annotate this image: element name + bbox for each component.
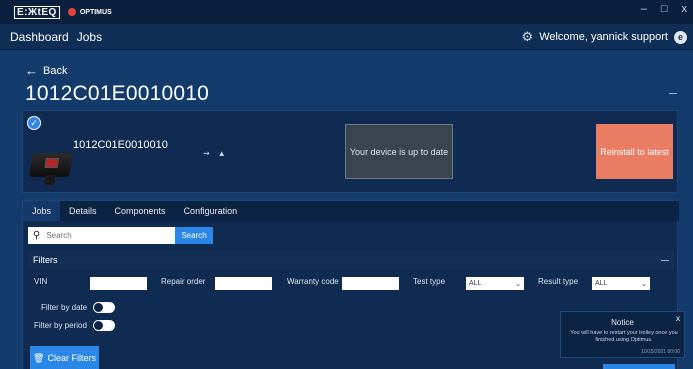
result-type-select-wrap: ALL ⌄ bbox=[592, 277, 650, 290]
search-input[interactable] bbox=[46, 231, 157, 240]
notice-title: Notice bbox=[611, 318, 634, 327]
bottom-action-button[interactable] bbox=[603, 364, 675, 369]
filter-by-period-toggle[interactable] bbox=[92, 320, 115, 331]
filter-by-date-toggle[interactable] bbox=[93, 302, 116, 313]
vin-field-wrap bbox=[90, 277, 147, 290]
window-controls: – □ x bbox=[641, 3, 687, 15]
settings-gear-icon[interactable]: ⚙ bbox=[522, 29, 534, 45]
test-type-filter: Test type bbox=[413, 277, 445, 286]
device-card: ✓ 1012C01E0010010 ⇝ ▲ Your device is up … bbox=[22, 110, 678, 193]
user-avatar-icon[interactable]: e bbox=[674, 30, 687, 44]
title-bar: E:ЖtEQ OPTIMUS – □ x bbox=[0, 0, 693, 24]
tab-bar: Jobs Details Components Configuration bbox=[23, 201, 679, 221]
repair-order-field-wrap bbox=[215, 277, 272, 290]
warranty-code-label: Warranty code bbox=[287, 277, 339, 286]
optimus-logo-icon bbox=[67, 8, 76, 16]
app-name: OPTIMUS bbox=[79, 8, 112, 16]
device-id: 1012C01E0010010 bbox=[73, 139, 168, 151]
collapse-icon[interactable] bbox=[669, 93, 677, 94]
tab-configuration[interactable]: Configuration bbox=[175, 201, 247, 221]
tab-components[interactable]: Components bbox=[106, 201, 175, 221]
warranty-code-filter: Warranty code bbox=[287, 277, 339, 286]
search-button[interactable]: Search bbox=[175, 227, 213, 244]
test-type-select-wrap: ALL ⌄ bbox=[466, 277, 524, 290]
reinstall-button[interactable]: Reinstall to latest bbox=[596, 124, 673, 179]
update-status: Your device is up to date bbox=[345, 124, 453, 179]
chevron-down-icon: ⌄ bbox=[641, 280, 647, 288]
filters-heading: Filters bbox=[33, 255, 58, 265]
test-type-select[interactable]: ALL ⌄ bbox=[466, 277, 524, 290]
warranty-code-field-wrap bbox=[342, 277, 399, 290]
welcome-text: Welcome, yannick support bbox=[539, 31, 668, 43]
device-image bbox=[29, 153, 73, 185]
nav-jobs[interactable]: Jobs bbox=[77, 30, 102, 44]
bell-icon: ▲ bbox=[217, 149, 226, 158]
repair-order-input[interactable] bbox=[215, 277, 272, 290]
nav-dashboard[interactable]: Dashboard bbox=[10, 30, 69, 44]
back-arrow-icon: ← bbox=[25, 63, 38, 78]
search-icon: ⚲ bbox=[33, 230, 41, 241]
chevron-down-icon: ⌄ bbox=[515, 280, 521, 288]
checkmark-icon[interactable]: ✓ bbox=[27, 116, 41, 130]
maximize-button[interactable]: □ bbox=[661, 3, 668, 15]
filter-by-period-row: Filter by period bbox=[34, 320, 115, 331]
clear-filters-button[interactable]: 🗑 Clear Filters bbox=[30, 346, 99, 369]
notice-body: You will have to restart your trolley on… bbox=[570, 330, 678, 343]
vin-input[interactable] bbox=[90, 277, 147, 290]
test-type-label: Test type bbox=[413, 277, 446, 286]
repair-order-label: Repair order bbox=[161, 277, 206, 286]
close-button[interactable]: x bbox=[682, 3, 688, 15]
result-type-filter: Result type bbox=[538, 277, 578, 286]
connection-icons: ⇝ ▲ bbox=[203, 149, 226, 158]
trash-icon: 🗑 bbox=[33, 352, 45, 363]
usb-icon: ⇝ bbox=[203, 149, 210, 158]
result-type-label: Result type bbox=[538, 277, 579, 286]
minimize-button[interactable]: – bbox=[641, 3, 647, 15]
tab-jobs[interactable]: Jobs bbox=[23, 201, 61, 221]
user-menu[interactable]: ⚙ Welcome, yannick support e bbox=[522, 29, 687, 45]
test-type-value: ALL bbox=[469, 280, 482, 287]
repair-order-filter: Repair order bbox=[161, 277, 205, 286]
filter-by-period-label: Filter by period bbox=[34, 321, 87, 330]
vin-label: VIN bbox=[34, 277, 48, 286]
filter-by-date-row: Filter by date bbox=[41, 302, 116, 313]
vin-filter: VIN bbox=[34, 277, 47, 286]
notice-close-icon[interactable]: x bbox=[676, 314, 680, 323]
collapse-filters-icon[interactable] bbox=[661, 260, 669, 261]
result-type-value: ALL bbox=[595, 280, 608, 287]
warranty-code-input[interactable] bbox=[342, 277, 399, 290]
back-label: Back bbox=[43, 64, 68, 77]
filters-header[interactable]: Filters bbox=[28, 251, 674, 269]
notice-timestamp: 10/15/2021 00:00 bbox=[641, 349, 680, 355]
result-type-select[interactable]: ALL ⌄ bbox=[592, 277, 650, 290]
filter-by-date-label: Filter by date bbox=[41, 303, 88, 312]
top-nav: Dashboard Jobs ⚙ Welcome, yannick suppor… bbox=[0, 24, 693, 50]
clear-filters-label: Clear Filters bbox=[47, 353, 96, 363]
exteq-logo: E:ЖtEQ bbox=[14, 5, 60, 19]
page-title: 1012C01E0010010 bbox=[25, 82, 210, 105]
search-field[interactable]: ⚲ bbox=[28, 227, 175, 244]
tab-details[interactable]: Details bbox=[60, 201, 106, 221]
search-row: ⚲ Search bbox=[28, 227, 213, 244]
notice-toast: Notice x You will have to restart your t… bbox=[560, 311, 685, 358]
back-link[interactable]: ← Back bbox=[25, 63, 67, 78]
